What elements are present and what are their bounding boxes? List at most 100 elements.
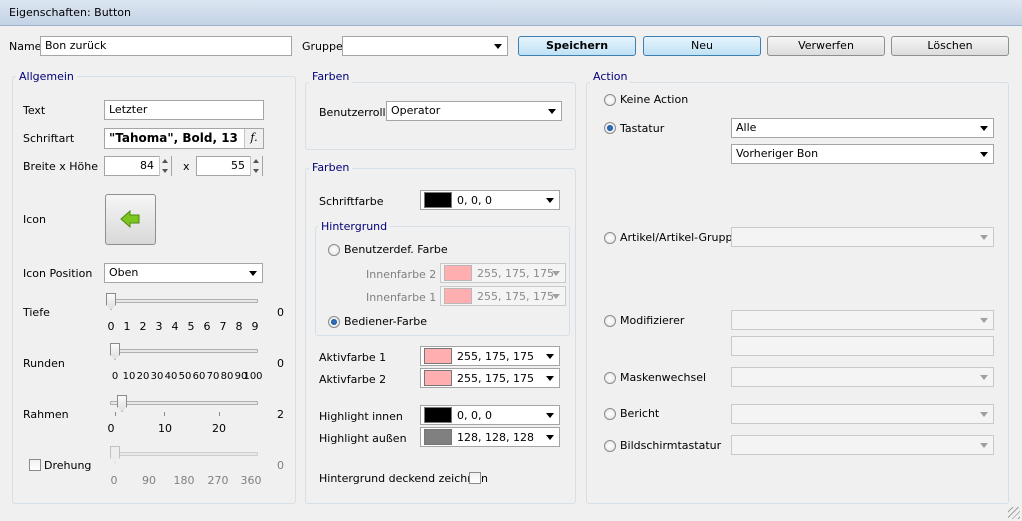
chevron-down-icon [980, 126, 988, 131]
farben-role-legend: Farben [309, 70, 353, 83]
icon-position-select[interactable]: Oben [104, 263, 263, 283]
action-legend: Action [590, 70, 631, 83]
screen-keyboard-radio[interactable] [604, 440, 616, 452]
modifier-select[interactable] [731, 310, 994, 330]
role-value: Operator [391, 104, 441, 117]
keyboard-action-value: Vorheriger Bon [736, 147, 819, 160]
font-field[interactable]: "Tahoma", Bold, 13 [104, 128, 264, 149]
no-action-radio[interactable] [604, 94, 616, 106]
chevron-down-icon [548, 109, 556, 114]
icon-picker-button[interactable] [105, 194, 156, 245]
modifier-radio[interactable] [604, 315, 616, 327]
name-label: Name [9, 40, 42, 53]
inner1-value: 255, 175, 175 [477, 290, 554, 303]
opaque-label: Hintergrund deckend zeichnen [319, 472, 488, 485]
discard-button[interactable]: Verwerfen [767, 36, 885, 56]
color-swatch [424, 370, 452, 386]
custom-color-label: Benutzerdef. Farbe [344, 243, 448, 256]
mask-select[interactable] [731, 367, 994, 387]
drehung-value: 0 [277, 459, 284, 472]
hl-outer-label: Highlight außen [319, 432, 407, 445]
rahmen-tick-mark [219, 412, 220, 416]
mask-radio[interactable] [604, 372, 616, 384]
color-swatch [444, 288, 472, 304]
inner2-value: 255, 175, 175 [477, 267, 554, 280]
chevron-down-icon [546, 435, 554, 440]
farben-colors-group [305, 168, 576, 504]
chevron-down-icon [980, 318, 988, 323]
height-spinner-icon[interactable] [250, 156, 262, 176]
font-picker-button[interactable]: f. [244, 129, 263, 148]
modifier-label: Modifizierer [620, 314, 685, 327]
runden-value: 0 [277, 357, 284, 370]
chevron-down-icon [546, 376, 554, 381]
rahmen-tick: 20 [212, 422, 226, 435]
rahmen-tick: 0 [107, 422, 115, 435]
chevron-down-icon [980, 412, 988, 417]
mask-label: Maskenwechsel [620, 371, 707, 384]
keyboard-label: Tastatur [620, 122, 665, 135]
chevron-down-icon [546, 354, 554, 359]
name-input[interactable]: Bon zurück [40, 36, 292, 56]
drehung-label: Drehung [44, 459, 92, 472]
inner2-select[interactable]: 255, 175, 175 [440, 263, 566, 283]
no-action-label: Keine Action [620, 93, 689, 106]
hl-outer-value: 128, 128, 128 [457, 431, 534, 444]
hl-inner-select[interactable]: 0, 0, 0 [420, 405, 560, 425]
opaque-checkbox[interactable] [469, 472, 481, 484]
tiefe-slider-track[interactable] [106, 299, 258, 303]
chevron-down-icon [546, 198, 554, 203]
icon-position-value: Oben [109, 266, 139, 279]
active1-select[interactable]: 255, 175, 175 [420, 346, 560, 366]
active1-label: Aktivfarbe 1 [319, 351, 387, 364]
allgemein-legend: Allgemein [16, 70, 77, 83]
hl-outer-select[interactable]: 128, 128, 128 [420, 427, 560, 447]
resize-grip-icon[interactable] [1008, 507, 1020, 519]
size-label: Breite x Höhe [23, 160, 98, 173]
drehung-checkbox[interactable] [29, 459, 41, 471]
chevron-down-icon [494, 44, 502, 49]
width-spinner-icon[interactable] [159, 156, 171, 176]
report-radio[interactable] [604, 408, 616, 420]
chevron-down-icon [980, 152, 988, 157]
article-select[interactable] [731, 227, 994, 247]
hl-inner-value: 0, 0, 0 [457, 409, 492, 422]
text-input[interactable]: Letzter [104, 100, 264, 120]
operator-color-radio[interactable] [328, 316, 340, 328]
fontcolor-select[interactable]: 0, 0, 0 [420, 190, 560, 210]
rahmen-tick-mark [164, 412, 165, 416]
role-select[interactable]: Operator [386, 101, 562, 121]
chevron-down-icon [546, 413, 554, 418]
active2-select[interactable]: 255, 175, 175 [420, 368, 560, 388]
modifier-field[interactable] [731, 336, 994, 356]
color-swatch [424, 429, 452, 445]
icon-label: Icon [23, 213, 46, 226]
custom-color-radio[interactable] [328, 244, 340, 256]
article-radio[interactable] [604, 232, 616, 244]
report-label: Bericht [620, 407, 660, 420]
drehung-slider-track[interactable] [110, 452, 258, 456]
icon-position-label: Icon Position [23, 267, 93, 280]
color-swatch [424, 407, 452, 423]
keyboard-select[interactable]: Alle [731, 118, 994, 138]
tiefe-tick: 9 [251, 320, 259, 333]
color-swatch [424, 192, 452, 208]
screen-keyboard-select[interactable] [731, 435, 994, 455]
keyboard-radio[interactable] [604, 122, 616, 134]
window-title: Eigenschaften: Button [9, 6, 131, 19]
gruppe-select[interactable] [342, 36, 508, 56]
operator-color-label: Bediener-Farbe [344, 315, 427, 328]
role-label: Benutzerrolle [319, 106, 393, 119]
green-left-arrow-icon [120, 209, 140, 229]
keyboard-action-select[interactable]: Vorheriger Bon [731, 144, 994, 164]
save-button[interactable]: Speichern [518, 36, 636, 56]
runden-tick: 100 [243, 371, 263, 382]
inner1-select[interactable]: 255, 175, 175 [440, 286, 566, 306]
runden-slider-track[interactable] [110, 349, 258, 353]
rahmen-label: Rahmen [23, 408, 69, 421]
new-button[interactable]: Neu [643, 36, 761, 56]
rahmen-slider-track[interactable] [110, 401, 258, 405]
fontcolor-value: 0, 0, 0 [457, 194, 492, 207]
report-select[interactable] [731, 404, 994, 424]
delete-button[interactable]: Löschen [891, 36, 1009, 56]
